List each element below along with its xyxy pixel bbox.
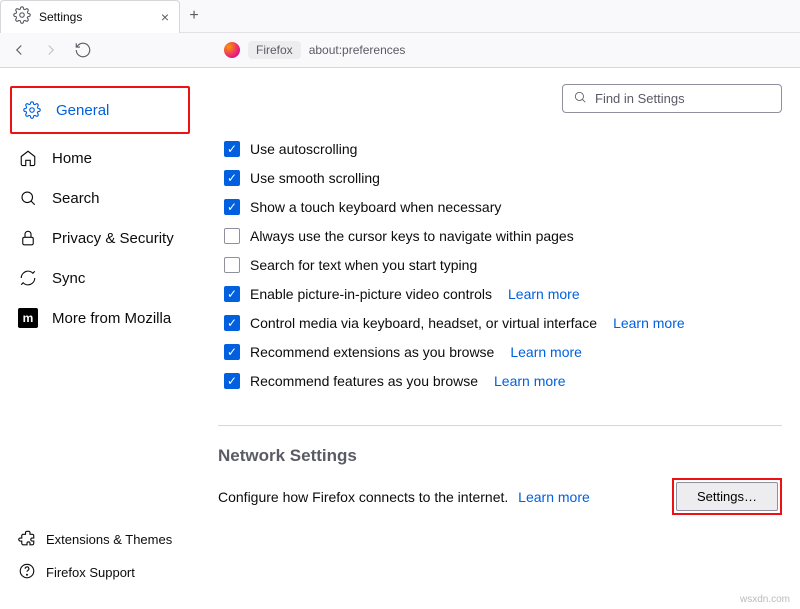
watermark: wsxdn.com xyxy=(740,594,790,605)
option-label: Enable picture-in-picture video controls xyxy=(250,286,492,302)
sidebar-item-label: General xyxy=(56,102,109,119)
sidebar-item-label: Home xyxy=(52,150,92,167)
sync-icon xyxy=(18,268,38,288)
checkbox[interactable] xyxy=(224,257,240,273)
main-panel: Find in Settings Use autoscrolling Use sm… xyxy=(200,68,800,607)
mozilla-icon: m xyxy=(18,308,38,328)
network-settings-title: Network Settings xyxy=(218,446,782,466)
option-row: Recommend features as you browse Learn mo… xyxy=(224,373,782,389)
footer-label: Extensions & Themes xyxy=(46,532,172,547)
learn-more-link[interactable]: Learn more xyxy=(510,344,582,360)
footer-label: Firefox Support xyxy=(46,565,135,580)
checkbox[interactable] xyxy=(224,199,240,215)
find-in-settings-input[interactable]: Find in Settings xyxy=(562,84,782,113)
sidebar-item-more-mozilla[interactable]: m More from Mozilla xyxy=(10,298,190,338)
sidebar-item-label: Search xyxy=(52,190,100,207)
option-label: Recommend features as you browse xyxy=(250,373,478,389)
address-label: Firefox xyxy=(248,41,301,59)
sidebar: General Home Search Privacy & Security S… xyxy=(0,68,200,607)
option-label: Show a touch keyboard when necessary xyxy=(250,199,501,215)
address-url: about:preferences xyxy=(309,43,406,57)
checkbox[interactable] xyxy=(224,141,240,157)
sidebar-firefox-support[interactable]: Firefox Support xyxy=(10,556,190,589)
option-label: Search for text when you start typing xyxy=(250,257,477,273)
option-row: Enable picture-in-picture video controls… xyxy=(224,286,782,302)
option-row: Show a touch keyboard when necessary xyxy=(224,199,782,215)
sidebar-item-label: Privacy & Security xyxy=(52,230,174,247)
sidebar-item-label: Sync xyxy=(52,270,85,287)
search-placeholder: Find in Settings xyxy=(595,91,685,106)
lock-icon xyxy=(18,228,38,248)
tab-title: Settings xyxy=(39,10,82,24)
checkbox[interactable] xyxy=(224,344,240,360)
nav-toolbar: Firefox about:preferences xyxy=(0,33,800,67)
checkbox[interactable] xyxy=(224,373,240,389)
option-label: Use autoscrolling xyxy=(250,141,357,157)
highlight-network-settings-button: Settings… xyxy=(672,478,782,515)
close-tab-icon[interactable]: × xyxy=(161,9,169,25)
new-tab-button[interactable]: + xyxy=(180,7,208,25)
sidebar-item-home[interactable]: Home xyxy=(10,138,190,178)
home-icon xyxy=(18,148,38,168)
highlight-general: General xyxy=(10,86,190,134)
checkbox[interactable] xyxy=(224,228,240,244)
option-row: Use autoscrolling xyxy=(224,141,782,157)
options-list: Use autoscrolling Use smooth scrolling Sho… xyxy=(224,141,782,389)
option-row: Search for text when you start typing xyxy=(224,257,782,273)
search-icon xyxy=(573,90,587,107)
network-settings-section: Network Settings Configure how Firefox c… xyxy=(218,425,782,515)
address-bar[interactable]: Firefox about:preferences xyxy=(224,41,405,59)
gear-icon xyxy=(13,6,31,27)
sidebar-item-search[interactable]: Search xyxy=(10,178,190,218)
network-learn-more-link[interactable]: Learn more xyxy=(518,489,590,505)
option-row: Recommend extensions as you browse Learn … xyxy=(224,344,782,360)
search-icon xyxy=(18,188,38,208)
option-label: Control media via keyboard, headset, or … xyxy=(250,315,597,331)
sidebar-extensions-themes[interactable]: Extensions & Themes xyxy=(10,523,190,556)
puzzle-icon xyxy=(18,529,36,550)
sidebar-item-label: More from Mozilla xyxy=(52,310,171,327)
checkbox[interactable] xyxy=(224,170,240,186)
sidebar-item-general[interactable]: General xyxy=(14,90,186,130)
tab-settings[interactable]: Settings × xyxy=(0,0,180,33)
browser-chrome: Settings × + Firefox about:preferences xyxy=(0,0,800,68)
tab-strip: Settings × + xyxy=(0,0,800,33)
forward-button xyxy=(40,39,62,61)
learn-more-link[interactable]: Learn more xyxy=(508,286,580,302)
option-row: Always use the cursor keys to navigate w… xyxy=(224,228,782,244)
option-label: Recommend extensions as you browse xyxy=(250,344,494,360)
gear-icon xyxy=(22,100,42,120)
checkbox[interactable] xyxy=(224,286,240,302)
network-settings-button[interactable]: Settings… xyxy=(676,482,778,511)
learn-more-link[interactable]: Learn more xyxy=(613,315,685,331)
firefox-icon xyxy=(224,42,240,58)
sidebar-item-privacy[interactable]: Privacy & Security xyxy=(10,218,190,258)
option-row: Use smooth scrolling xyxy=(224,170,782,186)
checkbox[interactable] xyxy=(224,315,240,331)
learn-more-link[interactable]: Learn more xyxy=(494,373,566,389)
network-settings-desc: Configure how Firefox connects to the in… xyxy=(218,489,508,505)
option-label: Use smooth scrolling xyxy=(250,170,380,186)
option-row: Control media via keyboard, headset, or … xyxy=(224,315,782,331)
content: General Home Search Privacy & Security S… xyxy=(0,68,800,607)
option-label: Always use the cursor keys to navigate w… xyxy=(250,228,574,244)
reload-button[interactable] xyxy=(72,39,94,61)
back-button[interactable] xyxy=(8,39,30,61)
help-icon xyxy=(18,562,36,583)
sidebar-item-sync[interactable]: Sync xyxy=(10,258,190,298)
